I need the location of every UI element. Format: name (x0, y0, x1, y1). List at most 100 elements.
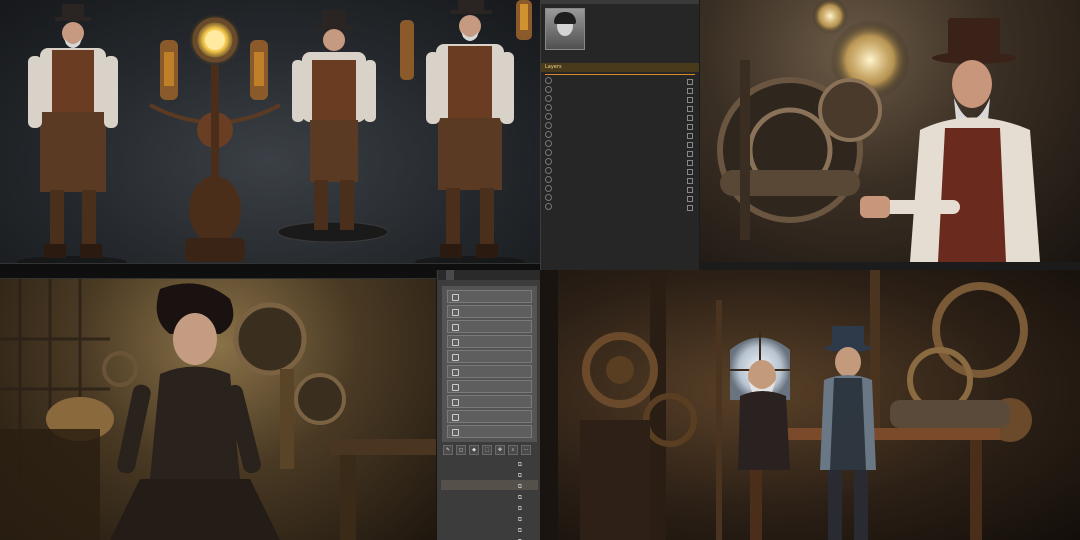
layer-panel-header (590, 8, 695, 17)
lock-checkbox[interactable] (687, 187, 693, 193)
layers-section-label[interactable]: Layers (541, 63, 699, 72)
lock-checkbox[interactable] (687, 178, 693, 184)
lock-checkbox[interactable] (687, 133, 693, 139)
duplicate-icon[interactable]: ⧉ (518, 460, 522, 468)
select-tool-icon[interactable]: ⬚ (482, 445, 492, 455)
more-tool-icon[interactable]: ⋯ (521, 445, 531, 455)
visibility-eye-icon[interactable] (545, 167, 552, 174)
canvas-title-bar (0, 270, 436, 279)
layer-row[interactable] (541, 203, 699, 212)
visibility-eye-icon[interactable] (545, 131, 552, 138)
sub-option-row[interactable]: ⧉ (441, 513, 538, 523)
fill-tool-icon[interactable]: ◆ (469, 445, 479, 455)
visibility-eye-icon[interactable] (545, 104, 552, 111)
layer-row[interactable] (541, 104, 699, 113)
sub-option-row[interactable]: ⧉ (441, 524, 538, 534)
lock-checkbox[interactable] (687, 115, 693, 121)
visibility-eye-icon[interactable] (545, 95, 552, 102)
lamp-machine (149, 14, 281, 262)
sub-option-row[interactable]: ⧉ (441, 480, 538, 490)
lock-checkbox[interactable] (687, 106, 693, 112)
palette-option-button[interactable] (447, 410, 532, 423)
palette-option-button[interactable] (447, 335, 532, 348)
visibility-eye-icon[interactable] (545, 122, 552, 129)
sub-option-row[interactable]: ⧉ (441, 502, 538, 512)
palette-option-button[interactable] (447, 395, 532, 408)
figure-front-rigged (400, 0, 532, 258)
adjust-label (541, 54, 699, 63)
palette-option-button[interactable] (447, 350, 532, 363)
menu-group (442, 286, 537, 442)
visibility-eye-icon[interactable] (545, 194, 552, 201)
sub-option-row[interactable]: ⧉ (441, 491, 538, 501)
palette-option-button[interactable] (447, 365, 532, 378)
layer-row[interactable] (541, 77, 699, 86)
duplicate-icon[interactable]: ⧉ (518, 493, 522, 501)
tab-inactive[interactable] (438, 270, 446, 280)
layer-row[interactable] (541, 140, 699, 149)
visibility-eye-icon[interactable] (545, 113, 552, 120)
layer-row[interactable] (541, 185, 699, 194)
visibility-eye-icon[interactable] (545, 77, 552, 84)
brush-tool-icon[interactable]: ✎ (443, 445, 453, 455)
steampunk-girl-canvas[interactable] (0, 279, 436, 540)
accent-divider (545, 74, 695, 75)
lock-checkbox[interactable] (687, 169, 693, 175)
figure-front (28, 4, 118, 258)
tab-active[interactable] (446, 270, 454, 280)
lock-checkbox[interactable] (687, 160, 693, 166)
palette-option-button[interactable] (447, 305, 532, 318)
layer-row[interactable] (541, 167, 699, 176)
sub-option-row[interactable]: ⧉ (441, 469, 538, 479)
visibility-eye-icon[interactable] (545, 203, 552, 210)
lock-checkbox[interactable] (687, 142, 693, 148)
layer-row[interactable] (541, 131, 699, 140)
tool-strip: ✎ ◻ ◆ ⬚ ✥ ⌕ ⋯ (443, 445, 536, 455)
layer-row[interactable] (541, 149, 699, 158)
viewport-status-bar (0, 263, 540, 270)
zoom-tool-icon[interactable]: ⌕ (508, 445, 518, 455)
layers-panel[interactable]: Layers (540, 0, 699, 270)
layer-thumbnail[interactable] (545, 8, 585, 50)
palette-option-button[interactable] (447, 425, 532, 438)
visibility-eye-icon[interactable] (545, 149, 552, 156)
palette-option-button[interactable] (447, 320, 532, 333)
sub-option-row[interactable]: ⧉ (441, 458, 538, 468)
sub-options-list: ⧉⧉⧉⧉⧉⧉⧉⧉ (438, 458, 540, 540)
layer-row[interactable] (541, 176, 699, 185)
layer-row[interactable] (541, 95, 699, 104)
move-tool-icon[interactable]: ✥ (495, 445, 505, 455)
palette-option-button[interactable] (447, 290, 532, 303)
layer-list[interactable] (541, 77, 699, 212)
lock-checkbox[interactable] (687, 79, 693, 85)
layer-row[interactable] (541, 122, 699, 131)
visibility-eye-icon[interactable] (545, 185, 552, 192)
duplicate-icon[interactable]: ⧉ (518, 471, 522, 479)
lock-checkbox[interactable] (687, 124, 693, 130)
layers-workspace: Layers (540, 0, 1080, 270)
lock-checkbox[interactable] (687, 88, 693, 94)
sub-option-row[interactable]: ⧉ (441, 535, 538, 540)
duplicate-icon[interactable]: ⧉ (518, 526, 522, 534)
character-turnaround-viewport[interactable] (0, 0, 540, 270)
layer-row[interactable] (541, 86, 699, 95)
layer-row[interactable] (541, 194, 699, 203)
visibility-eye-icon[interactable] (545, 86, 552, 93)
tool-palette[interactable]: ✎ ◻ ◆ ⬚ ✥ ⌕ ⋯ ⧉⧉⧉⧉⧉⧉⧉⧉ (437, 270, 540, 540)
eraser-tool-icon[interactable]: ◻ (456, 445, 466, 455)
lock-checkbox[interactable] (687, 151, 693, 157)
visibility-eye-icon[interactable] (545, 176, 552, 183)
lock-checkbox[interactable] (687, 205, 693, 211)
lock-checkbox[interactable] (687, 97, 693, 103)
palette-option-button[interactable] (447, 380, 532, 393)
lock-checkbox[interactable] (687, 196, 693, 202)
painting-workspace: ✎ ◻ ◆ ⬚ ✥ ⌕ ⋯ ⧉⧉⧉⧉⧉⧉⧉⧉ (0, 270, 540, 540)
layer-row[interactable] (541, 158, 699, 167)
visibility-eye-icon[interactable] (545, 140, 552, 147)
layer-row[interactable] (541, 113, 699, 122)
duplicate-icon[interactable]: ⧉ (518, 482, 522, 490)
duplicate-icon[interactable]: ⧉ (518, 515, 522, 523)
duplicate-icon[interactable]: ⧉ (518, 504, 522, 512)
visibility-eye-icon[interactable] (545, 158, 552, 165)
steampunk-render (700, 0, 1080, 262)
